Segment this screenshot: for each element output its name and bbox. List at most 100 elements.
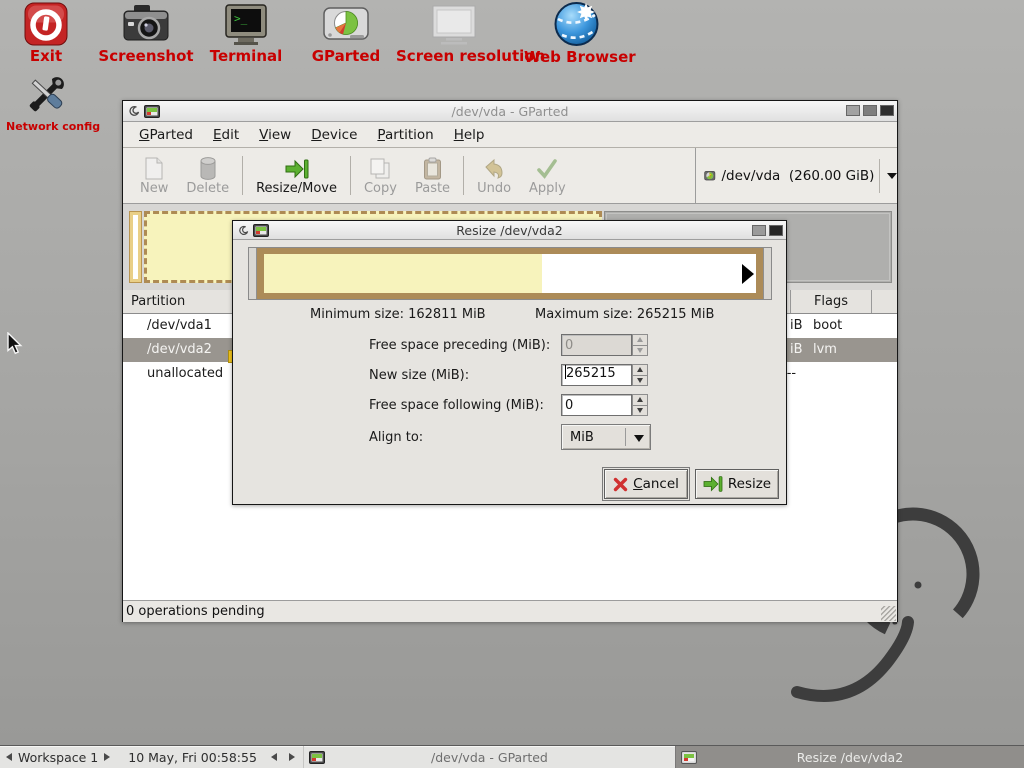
tool-label: Apply bbox=[529, 181, 566, 196]
align-to-combobox[interactable]: MiB bbox=[561, 424, 651, 450]
taskbar-task-gparted[interactable]: /dev/vda - GParted bbox=[303, 746, 675, 768]
paste-button[interactable]: Paste bbox=[406, 148, 459, 203]
taskbar-task-resize-dialog[interactable]: Resize /dev/vda2 bbox=[675, 746, 1024, 768]
main-window-titlebar[interactable]: /dev/vda - GParted bbox=[123, 101, 897, 122]
desktop-icon-label: Network config bbox=[6, 121, 88, 132]
tool-label: Delete bbox=[186, 181, 229, 196]
device-selector[interactable]: /dev/vda (260.00 GiB) bbox=[695, 148, 897, 204]
menu-edit[interactable]: Edit bbox=[203, 124, 249, 146]
task-next-icon[interactable] bbox=[289, 753, 295, 761]
undo-button[interactable]: Undo bbox=[468, 148, 520, 203]
menu-view[interactable]: View bbox=[249, 124, 301, 146]
tool-label: Copy bbox=[364, 181, 397, 196]
pending-operations-text: 0 operations pending bbox=[126, 604, 265, 619]
disk-icon bbox=[704, 167, 716, 185]
tool-label: Undo bbox=[477, 181, 511, 196]
new-button[interactable]: New bbox=[131, 148, 177, 203]
resize-slider-widget bbox=[248, 247, 772, 300]
resize-button[interactable]: Resize bbox=[695, 469, 779, 499]
combo-divider bbox=[625, 428, 626, 446]
desktop-icon-screen-resolution[interactable]: Screen resolution bbox=[396, 4, 511, 64]
column-header-filler bbox=[872, 290, 897, 313]
main-window-title: /dev/vda - GParted bbox=[123, 104, 897, 119]
monitor-icon bbox=[429, 4, 479, 46]
free-space-preceding-input[interactable] bbox=[561, 334, 632, 356]
menubar: GParted Edit View Device Partition Help bbox=[123, 123, 897, 148]
copy-icon bbox=[369, 157, 391, 181]
free-space-preceding-spinner[interactable] bbox=[632, 334, 648, 356]
new-size-input[interactable]: 265215 bbox=[561, 364, 632, 386]
menu-gparted[interactable]: GParted bbox=[129, 124, 203, 146]
camera-icon bbox=[122, 2, 170, 46]
desktop-icon-network-config[interactable]: Network config bbox=[6, 70, 88, 132]
chevron-down-icon bbox=[634, 435, 644, 442]
gparted-mini-icon bbox=[681, 751, 697, 764]
workspace-next-icon[interactable] bbox=[104, 753, 110, 761]
free-space-following-label: Free space following (MiB): bbox=[369, 398, 544, 413]
spin-down-icon[interactable] bbox=[632, 376, 648, 387]
minimum-size-label: Minimum size: 162811 MiB bbox=[310, 307, 486, 322]
menu-partition[interactable]: Partition bbox=[367, 124, 443, 146]
task-prev-icon[interactable] bbox=[271, 753, 277, 761]
desktop-icon-terminal[interactable]: >_ Terminal bbox=[206, 4, 286, 64]
delete-partition-icon bbox=[199, 157, 217, 181]
column-header-flags[interactable]: Flags bbox=[791, 290, 872, 313]
resize-grip[interactable] bbox=[881, 606, 896, 621]
mouse-cursor bbox=[7, 332, 25, 356]
drag-arrow-icon[interactable] bbox=[742, 264, 754, 284]
resize-right-handle[interactable] bbox=[763, 248, 771, 299]
desktop-icon-label: Terminal bbox=[206, 49, 286, 64]
new-size-label: New size (MiB): bbox=[369, 368, 469, 383]
new-size-spinner[interactable] bbox=[632, 364, 648, 386]
size-fragment: iB bbox=[790, 342, 803, 357]
minimize-button[interactable] bbox=[846, 105, 860, 116]
close-button[interactable] bbox=[769, 225, 783, 236]
flags-value: boot bbox=[813, 318, 842, 333]
toolbar-separator bbox=[463, 156, 464, 195]
toolbar: New Delete Resize/Move Copy Paste bbox=[123, 148, 897, 204]
menu-device[interactable]: Device bbox=[301, 124, 367, 146]
delete-button[interactable]: Delete bbox=[177, 148, 238, 203]
align-value: MiB bbox=[570, 430, 594, 445]
spin-down-icon[interactable] bbox=[632, 406, 648, 417]
copy-button[interactable]: Copy bbox=[355, 148, 406, 203]
close-button[interactable] bbox=[880, 105, 894, 116]
workspace-prev-icon[interactable] bbox=[6, 753, 12, 761]
menu-help[interactable]: Help bbox=[444, 124, 495, 146]
maximize-button[interactable] bbox=[752, 225, 766, 236]
spin-up-icon[interactable] bbox=[632, 334, 648, 346]
chevron-down-icon[interactable] bbox=[887, 173, 897, 179]
statusbar: 0 operations pending bbox=[123, 600, 897, 622]
apply-button[interactable]: Apply bbox=[520, 148, 575, 203]
dialog-titlebar[interactable]: Resize /dev/vda2 bbox=[233, 221, 786, 240]
partition-name: /dev/vda2 bbox=[147, 342, 212, 357]
free-space-following-spinner[interactable] bbox=[632, 394, 648, 416]
resize-move-button[interactable]: Resize/Move bbox=[247, 148, 346, 203]
spin-up-icon[interactable] bbox=[632, 394, 648, 406]
desktop-icon-gparted[interactable]: GParted bbox=[308, 6, 384, 64]
cancel-button[interactable]: Cancel bbox=[604, 469, 688, 499]
cancel-label: Cancel bbox=[633, 476, 679, 492]
partition-free-space bbox=[264, 254, 756, 293]
gparted-disk-icon bbox=[322, 6, 370, 46]
partition-bar-vda1[interactable] bbox=[129, 211, 142, 283]
resize-left-handle[interactable] bbox=[249, 248, 257, 299]
desktop-icon-screenshot[interactable]: Screenshot bbox=[96, 2, 196, 64]
spin-up-icon[interactable] bbox=[632, 364, 648, 376]
maximum-size-label: Maximum size: 265215 MiB bbox=[535, 307, 714, 322]
gparted-mini-icon bbox=[309, 751, 325, 764]
workspace-label[interactable]: Workspace 1 bbox=[18, 750, 98, 765]
free-space-following-input[interactable] bbox=[561, 394, 632, 416]
desktop-icon-web-browser[interactable]: Web Browser bbox=[524, 0, 629, 65]
device-combo-value: /dev/vda (260.00 GiB) bbox=[722, 168, 875, 184]
desktop-icon-exit[interactable]: Exit bbox=[16, 2, 76, 64]
tools-icon bbox=[24, 70, 70, 118]
partition-frame[interactable] bbox=[258, 248, 762, 299]
globe-icon bbox=[553, 0, 600, 47]
task-title: /dev/vda - GParted bbox=[304, 750, 675, 765]
resize-move-icon bbox=[285, 157, 309, 181]
maximize-button[interactable] bbox=[863, 105, 877, 116]
spin-down-icon[interactable] bbox=[632, 346, 648, 357]
toolbar-separator bbox=[350, 156, 351, 195]
resize-dialog: Resize /dev/vda2 Minimum size: 162811 Mi… bbox=[232, 220, 787, 505]
